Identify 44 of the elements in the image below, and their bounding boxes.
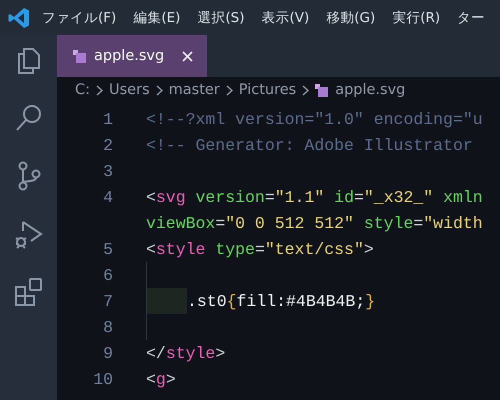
files-icon[interactable]	[16, 47, 42, 75]
line-number: 7	[102, 292, 114, 310]
file-icon	[73, 50, 86, 62]
line-number: 9	[102, 344, 114, 362]
code-line: .st0{fill:#4B4B4B;}	[187, 292, 376, 310]
line-number: 5	[102, 240, 114, 258]
menu-item[interactable]: ファイル(F)	[42, 8, 126, 26]
breadcrumb-item[interactable]: master	[168, 82, 220, 98]
code-line: viewBox="0 0 512 512" style="width	[146, 214, 483, 232]
line-number: 4	[102, 188, 114, 206]
editor-tab[interactable]: apple.svg	[57, 35, 208, 77]
chevron-icon	[302, 84, 310, 96]
line-number: 2	[102, 136, 114, 154]
chevron-icon	[226, 84, 233, 96]
menu-item[interactable]: 実行(R)	[392, 8, 450, 26]
search-icon[interactable]	[14, 103, 42, 133]
code-line: <style type="text/css">	[146, 240, 374, 258]
code-line: </style>	[146, 344, 226, 362]
close-icon[interactable]	[182, 50, 194, 62]
breadcrumb-item[interactable]: Users	[109, 82, 150, 98]
breadcrumb-item[interactable]: C:	[75, 82, 90, 98]
line-number: 10	[92, 370, 114, 388]
line-number: 3	[102, 162, 114, 180]
file-icon	[315, 84, 328, 96]
code-line: <svg version="1.1" id="_x32_" xmln	[146, 188, 483, 206]
chevron-icon	[96, 84, 104, 96]
menu-item[interactable]: 移動(G)	[326, 8, 384, 26]
code-line: <!--?xml version="1.0" encoding="u	[146, 110, 483, 128]
chevron-icon	[156, 84, 163, 96]
run-debug-icon[interactable]	[14, 219, 42, 249]
branch-icon[interactable]	[16, 161, 40, 191]
code-line: <!-- Generator: Adobe Illustrator	[146, 136, 473, 154]
breadcrumb-item[interactable]: apple.svg	[315, 82, 406, 98]
line-number: 8	[102, 318, 114, 336]
menu-item[interactable]: ター	[457, 8, 494, 26]
menu-item[interactable]: 表示(V)	[262, 8, 318, 26]
menu-item[interactable]: 選択(S)	[197, 8, 254, 26]
code-line: <g>	[146, 370, 176, 388]
extensions-icon[interactable]	[14, 277, 44, 307]
menu-item[interactable]: 編集(E)	[133, 8, 190, 26]
app-logo	[8, 6, 30, 28]
breadcrumb-item[interactable]: Pictures	[238, 82, 296, 98]
line-number: 1	[102, 110, 114, 128]
line-number: 6	[102, 266, 114, 284]
